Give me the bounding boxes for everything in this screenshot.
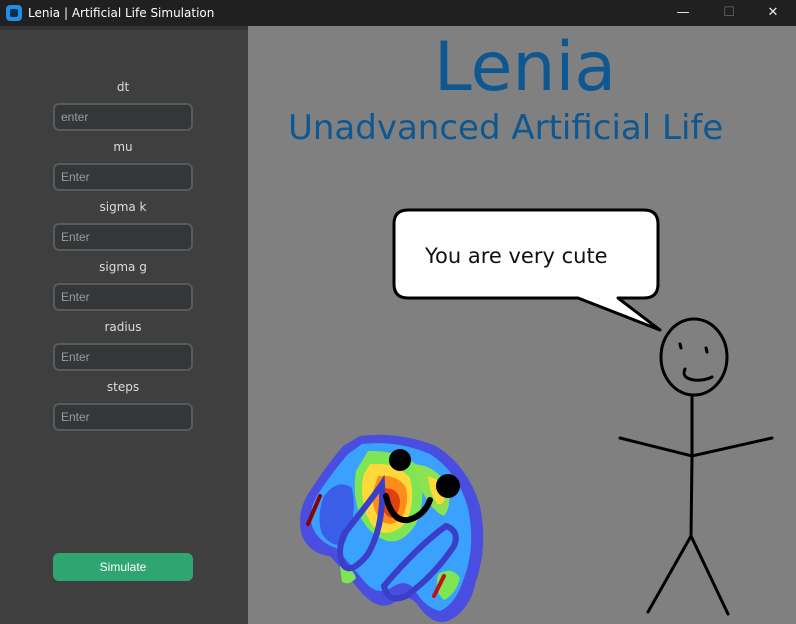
sigma-k-label: sigma k <box>99 200 147 214</box>
sigma-g-input[interactable] <box>53 283 193 311</box>
app-icon <box>6 5 22 21</box>
drawing-art <box>300 208 774 623</box>
dt-label: dt <box>116 80 130 94</box>
radius-input[interactable] <box>53 343 193 371</box>
maximize-icon[interactable]: ☐ <box>706 0 752 26</box>
close-icon[interactable]: ✕ <box>750 0 796 26</box>
steps-input[interactable] <box>53 403 193 431</box>
mu-input[interactable] <box>53 163 193 191</box>
sigma-g-label: sigma g <box>99 260 147 274</box>
radius-label: radius <box>104 320 142 334</box>
window-title: Lenia | Artificial Life Simulation <box>28 6 215 20</box>
lenia-creature <box>300 434 484 623</box>
parameter-sidebar: dt mu sigma k sigma g radius steps Simul… <box>0 26 248 624</box>
dt-input[interactable] <box>53 103 193 131</box>
steps-label: steps <box>106 380 140 394</box>
speech-bubble <box>392 208 662 332</box>
stick-figure <box>618 317 774 616</box>
mu-label: mu <box>113 140 133 154</box>
speech-bubble-text: You are very cute <box>425 244 608 268</box>
simulate-button[interactable]: Simulate <box>53 553 193 581</box>
minimize-icon[interactable]: — <box>660 0 706 26</box>
simulation-canvas: Lenia Unadvanced Artificial Life You are… <box>248 26 796 624</box>
sigma-k-input[interactable] <box>53 223 193 251</box>
title-bar: Lenia | Artificial Life Simulation — ☐ ✕ <box>0 0 796 26</box>
